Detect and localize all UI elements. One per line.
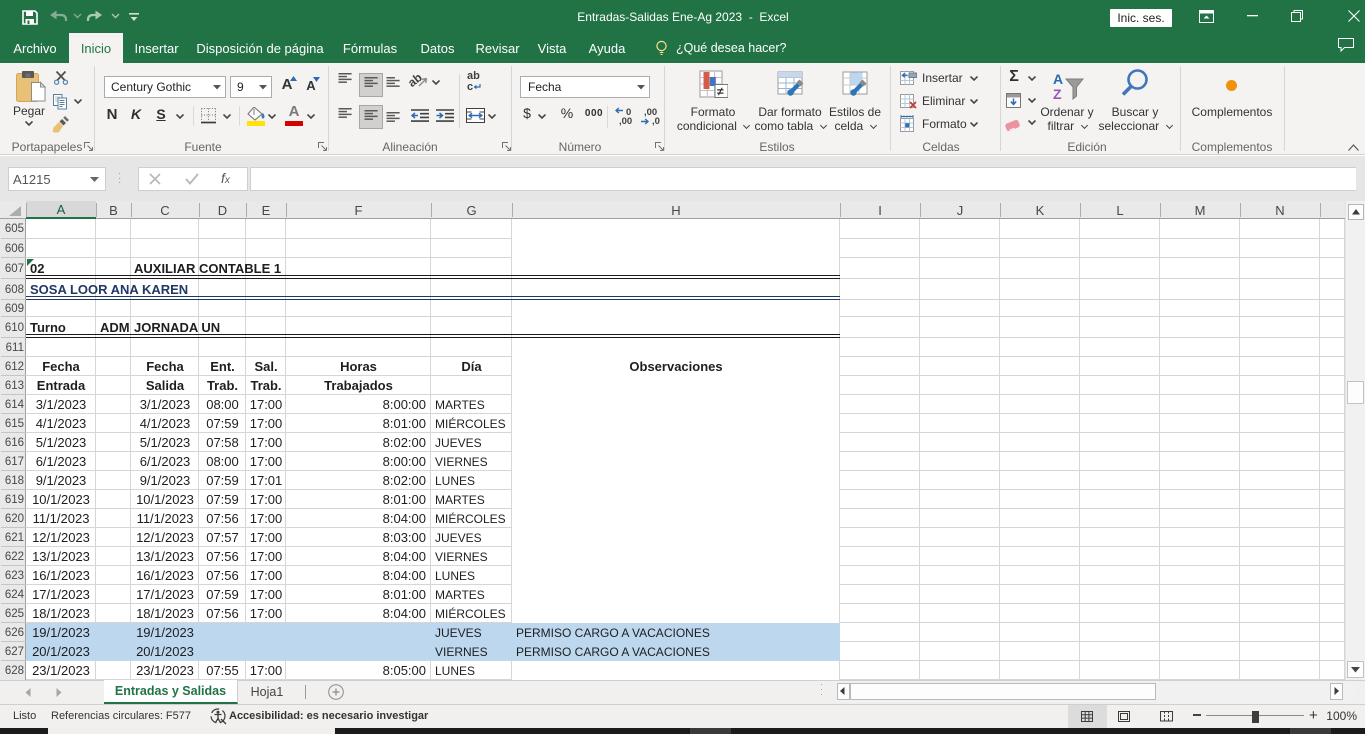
svg-text:Z: Z xyxy=(1053,86,1062,100)
svg-text:,00: ,00 xyxy=(619,116,632,126)
svg-text:≠: ≠ xyxy=(717,85,724,99)
svg-text:A: A xyxy=(1053,71,1063,87)
svg-text:c: c xyxy=(467,81,473,92)
svg-text:ab: ab xyxy=(409,71,425,90)
